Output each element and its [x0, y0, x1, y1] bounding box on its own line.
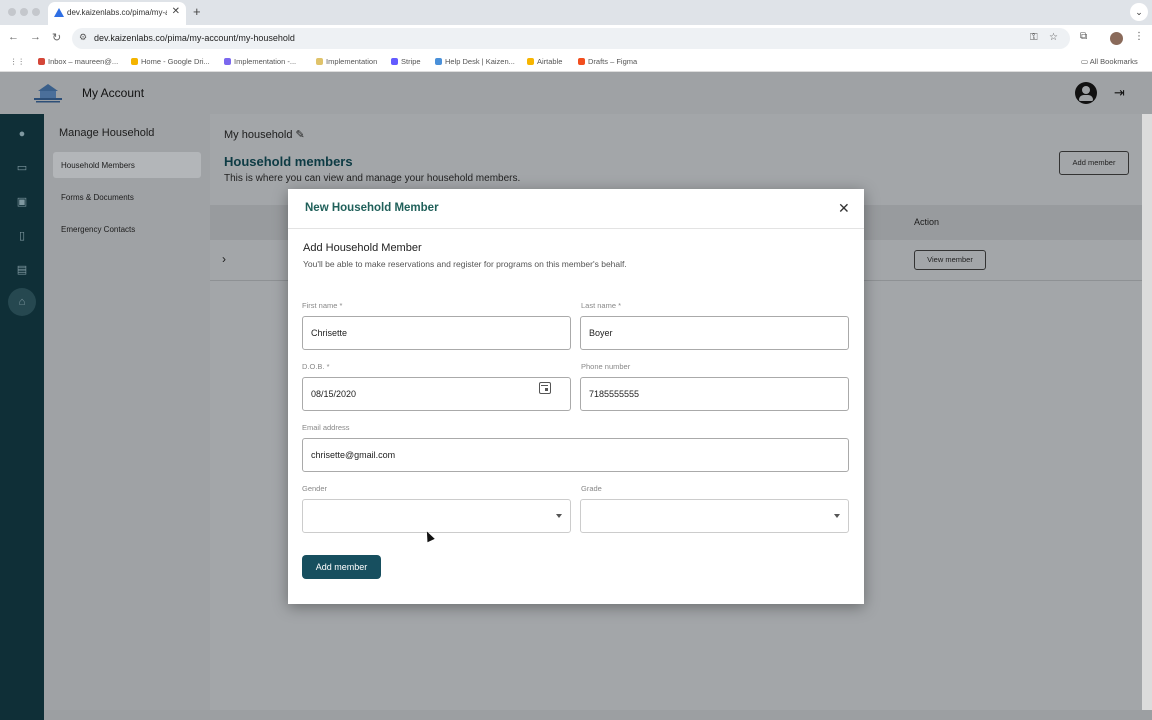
list-icon[interactable]: ▤	[15, 264, 29, 276]
all-bookmarks[interactable]: ▭ All Bookmarks	[1081, 57, 1138, 66]
logout-icon[interactable]: ⇥	[1114, 85, 1125, 101]
bookmark-item[interactable]: Help Desk | Kaizen...	[435, 57, 515, 66]
calendar-icon[interactable]	[539, 382, 551, 394]
sidenav-title: Manage Household	[59, 127, 155, 139]
gmail-icon	[38, 58, 45, 65]
site-settings-icon[interactable]: ⚙	[79, 32, 87, 43]
household-name: My household ✎	[224, 129, 305, 141]
add-member-button[interactable]: Add member	[1059, 151, 1129, 175]
home-icon[interactable]: ⌂	[15, 296, 29, 308]
browser-menu-icon[interactable]: ⋮	[1134, 31, 1144, 42]
bookmark-item[interactable]: Inbox – maureen@...	[38, 57, 118, 66]
back-arrow-icon[interactable]: ←	[8, 31, 19, 43]
browser-tabbar: dev.kaizenlabs.co/pima/my-a ✕ + ⌄	[0, 0, 1152, 25]
sidebar-item-forms-documents[interactable]: Forms & Documents	[53, 184, 201, 210]
section-title: Household members	[224, 154, 353, 169]
app-header: My Account ⇥	[0, 72, 1152, 114]
modal-section-title: Add Household Member	[303, 242, 422, 254]
page-bottom-strip	[44, 710, 1152, 720]
address-bar[interactable]: ⚙ dev.kaizenlabs.co/pima/my-account/my-h…	[72, 28, 1070, 49]
county-logo-icon[interactable]	[32, 82, 64, 104]
stripe-icon	[391, 58, 398, 65]
tab-title: dev.kaizenlabs.co/pima/my-a	[67, 8, 167, 17]
reload-icon[interactable]: ↻	[52, 31, 61, 44]
pencil-icon	[316, 58, 323, 65]
view-member-button[interactable]: View member	[914, 250, 986, 270]
window-zoom-dot[interactable]	[32, 8, 40, 16]
section-subtitle: This is where you can view and manage yo…	[224, 173, 521, 184]
bookmark-item[interactable]: Home - Google Dri...	[131, 57, 210, 66]
bookmark-item[interactable]: Drafts – Figma	[578, 57, 637, 66]
folder-icon: ▭	[1081, 57, 1090, 66]
bookmark-item[interactable]: Stripe	[391, 57, 421, 66]
bookmark-star-icon[interactable]: ☆	[1049, 32, 1058, 43]
sidebar-item-household-members[interactable]: Household Members	[53, 152, 201, 178]
browser-profile-avatar[interactable]	[1110, 32, 1123, 45]
new-tab-icon[interactable]: +	[193, 4, 201, 19]
helpdesk-icon	[435, 58, 442, 65]
action-column-header: Action	[914, 217, 940, 227]
modal-title: New Household Member	[305, 202, 439, 214]
url-text: dev.kaizenlabs.co/pima/my-account/my-hou…	[94, 33, 295, 43]
airtable-icon	[527, 58, 534, 65]
extensions-icon[interactable]: ⧉	[1080, 31, 1087, 42]
browser-tab[interactable]: dev.kaizenlabs.co/pima/my-a ✕	[48, 2, 186, 25]
chevron-down-icon	[556, 514, 562, 518]
briefcase-icon[interactable]: ▣	[15, 196, 29, 208]
tab-search-icon[interactable]: ⌄	[1130, 3, 1148, 21]
drive-icon	[131, 58, 138, 65]
email-label: Email address	[302, 423, 350, 432]
sidebar-item-emergency-contacts[interactable]: Emergency Contacts	[53, 216, 201, 242]
bookmark-item[interactable]: Airtable	[527, 57, 562, 66]
user-account-icon[interactable]	[1075, 82, 1097, 104]
phone-field[interactable]	[580, 377, 849, 411]
modal-header: New Household Member ✕	[288, 189, 864, 229]
modal-section-subtitle: You'll be able to make reservations and …	[303, 259, 627, 269]
browser-toolbar: ← → ↻ ⚙ dev.kaizenlabs.co/pima/my-accoun…	[0, 25, 1152, 52]
app-title: My Account	[82, 86, 145, 100]
icon-rail: ● ▭ ▣ ▯ ▤ ⌂	[0, 114, 44, 720]
first-name-field[interactable]	[302, 316, 571, 350]
document-icon[interactable]: ▯	[15, 230, 29, 242]
close-icon[interactable]: ✕	[838, 200, 850, 217]
dob-label: D.O.B. *	[302, 362, 330, 371]
phone-label: Phone number	[581, 362, 631, 371]
bookmark-item[interactable]: Implementation -...	[224, 57, 296, 66]
dob-field[interactable]	[302, 377, 571, 411]
apps-grid-icon[interactable]: ⋮⋮	[10, 57, 25, 66]
expand-chevron-icon[interactable]: ›	[222, 252, 226, 266]
household-sidenav: Manage Household Household Members Forms…	[44, 114, 210, 720]
forward-arrow-icon[interactable]: →	[30, 31, 41, 43]
add-member-submit-button[interactable]: Add member	[302, 555, 381, 579]
window-close-dot[interactable]	[8, 8, 16, 16]
new-household-member-modal: New Household Member ✕ Add Household Mem…	[288, 189, 864, 604]
email-field[interactable]	[302, 438, 849, 472]
figma-icon	[578, 58, 585, 65]
grade-label: Grade	[581, 484, 602, 493]
password-key-icon[interactable]: ⚿	[1030, 32, 1038, 43]
grade-select[interactable]	[580, 499, 849, 533]
clickup-icon	[224, 58, 231, 65]
card-icon[interactable]: ▭	[15, 162, 29, 174]
last-name-label: Last name *	[581, 301, 622, 310]
person-icon[interactable]: ●	[15, 128, 29, 140]
edit-pencil-icon[interactable]: ✎	[296, 129, 305, 141]
site-favicon-icon	[54, 8, 64, 17]
gender-select[interactable]	[302, 499, 571, 533]
bookmarks-bar: ⋮⋮ Inbox – maureen@... Home - Google Dri…	[0, 52, 1152, 72]
bookmark-item[interactable]: Implementation	[316, 57, 377, 66]
tab-close-icon[interactable]: ✕	[172, 6, 180, 17]
gender-label: Gender	[302, 484, 328, 493]
chevron-down-icon	[834, 514, 840, 518]
first-name-label: First name *	[302, 301, 343, 310]
window-minimize-dot[interactable]	[20, 8, 28, 16]
last-name-field[interactable]	[580, 316, 849, 350]
